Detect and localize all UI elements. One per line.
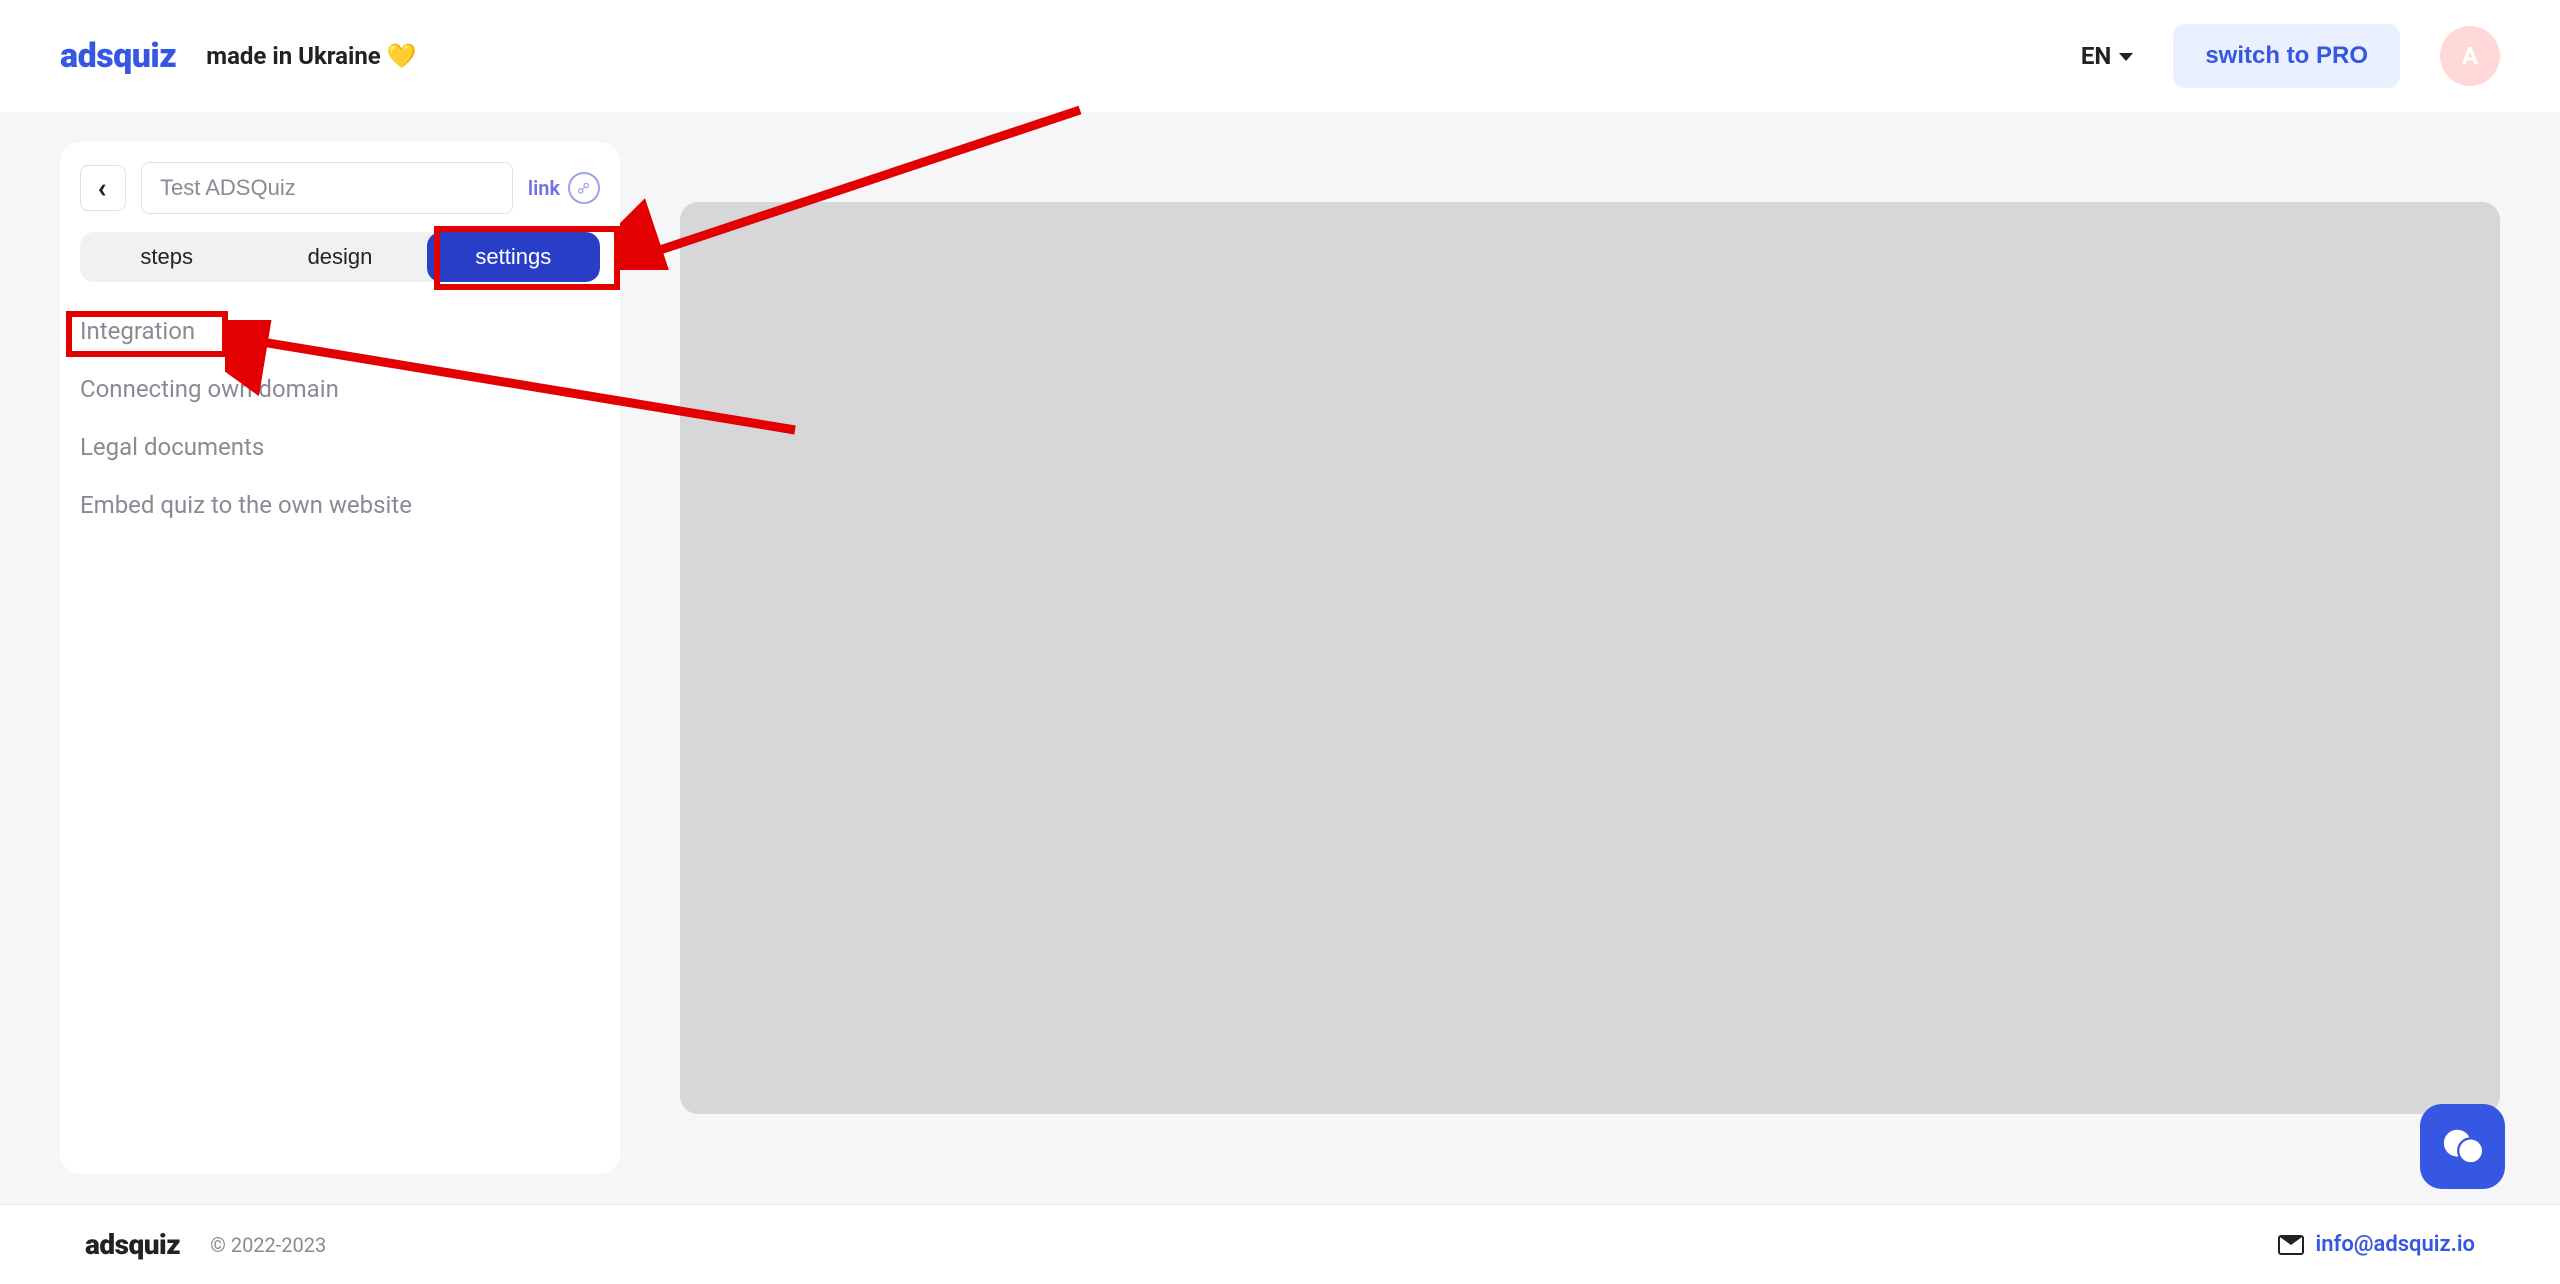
brand-logo[interactable]: adsquiz bbox=[60, 36, 176, 76]
tab-settings[interactable]: settings bbox=[427, 232, 600, 282]
logo-area: adsquiz made in Ukraine 💛 bbox=[60, 36, 417, 76]
preview-box bbox=[680, 202, 2500, 1114]
tab-design[interactable]: design bbox=[253, 232, 426, 282]
lang-label: EN bbox=[2081, 42, 2111, 70]
footer: adsquiz © 2022-2023 info@adsquiz.io bbox=[0, 1204, 2560, 1284]
settings-item-embed[interactable]: Embed quiz to the own website bbox=[80, 491, 600, 519]
header-right: EN switch to PRO A bbox=[2081, 24, 2500, 88]
main-area: ‹ link ⚯ steps design settings Integrati… bbox=[0, 112, 2560, 1204]
link-label: link bbox=[528, 176, 560, 200]
switch-pro-button[interactable]: switch to PRO bbox=[2173, 24, 2400, 88]
sidebar-panel: ‹ link ⚯ steps design settings Integrati… bbox=[60, 142, 620, 1174]
footer-email-link[interactable]: info@adsquiz.io bbox=[2278, 1232, 2475, 1257]
back-button[interactable]: ‹ bbox=[80, 165, 126, 211]
link-icon: ⚯ bbox=[568, 172, 600, 204]
avatar[interactable]: A bbox=[2440, 26, 2500, 86]
settings-item-domain[interactable]: Connecting own domain bbox=[80, 375, 600, 403]
footer-brand: adsquiz bbox=[85, 1228, 180, 1261]
chevron-left-icon: ‹ bbox=[98, 174, 107, 202]
footer-left: adsquiz © 2022-2023 bbox=[85, 1228, 326, 1261]
copyright: © 2022-2023 bbox=[210, 1233, 326, 1257]
tab-steps[interactable]: steps bbox=[80, 232, 253, 282]
panel-header: ‹ link ⚯ bbox=[80, 162, 600, 214]
chat-icon bbox=[2440, 1124, 2486, 1170]
link-button[interactable]: link ⚯ bbox=[528, 172, 600, 204]
footer-email-text: info@adsquiz.io bbox=[2316, 1232, 2475, 1257]
quiz-title-input[interactable] bbox=[141, 162, 513, 214]
settings-list: Integration Connecting own domain Legal … bbox=[80, 307, 600, 529]
chat-bubble-button[interactable] bbox=[2420, 1104, 2505, 1189]
chevron-down-icon bbox=[2119, 53, 2133, 61]
preview-area bbox=[680, 202, 2500, 1114]
top-header: adsquiz made in Ukraine 💛 EN switch to P… bbox=[0, 0, 2560, 112]
lang-select[interactable]: EN bbox=[2081, 42, 2133, 70]
settings-item-legal[interactable]: Legal documents bbox=[80, 433, 600, 461]
tabs-row: steps design settings bbox=[80, 232, 600, 282]
tagline: made in Ukraine 💛 bbox=[206, 42, 416, 70]
mail-icon bbox=[2278, 1235, 2304, 1255]
settings-item-integration[interactable]: Integration bbox=[80, 317, 600, 345]
